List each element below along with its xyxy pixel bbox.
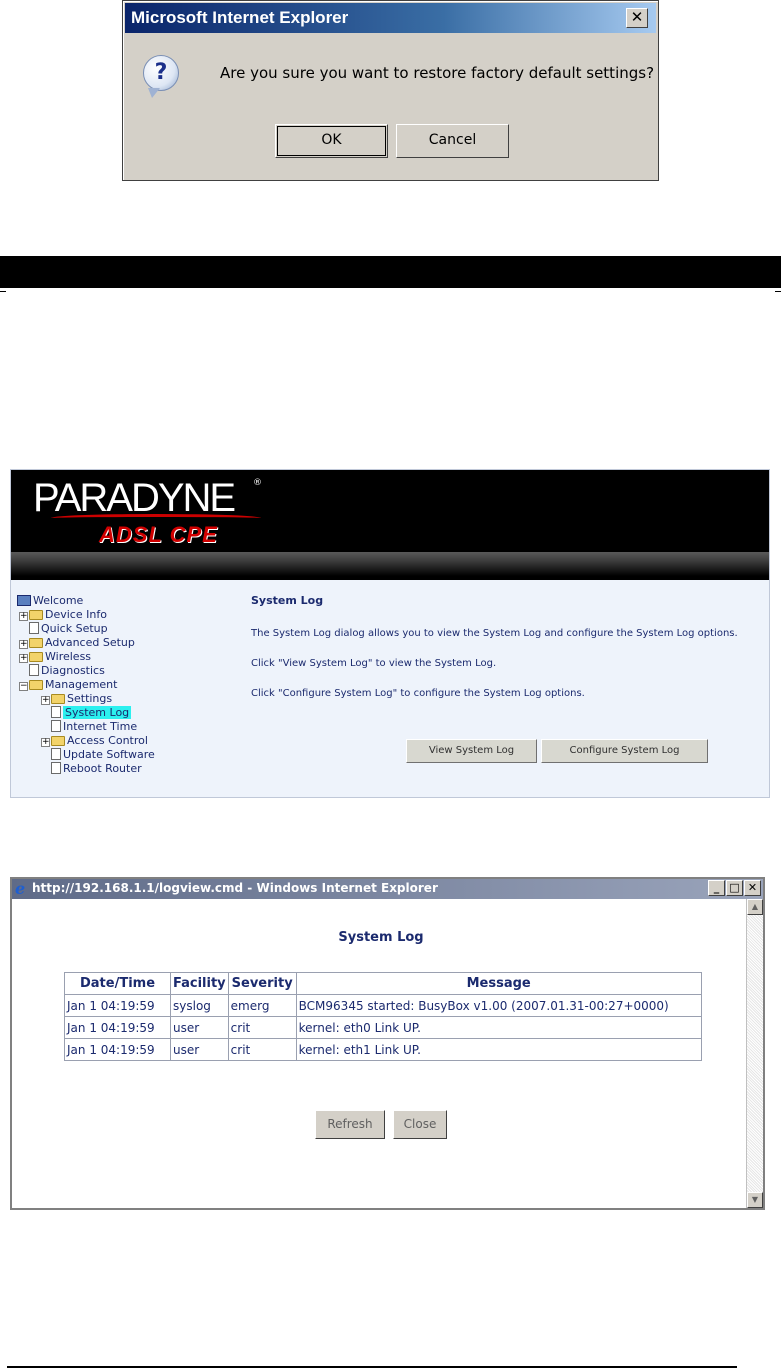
cell-datetime: Jan 1 04:19:59 [64, 994, 171, 1017]
cell-facility: syslog [170, 994, 229, 1017]
log-table: Date/Time Facility Severity Message Jan … [64, 972, 702, 1061]
scroll-down-icon: ▼ [751, 1195, 759, 1204]
cell-severity: emerg [227, 994, 297, 1017]
log-header-row: Date/Time Facility Severity Message [64, 972, 702, 995]
cell-datetime: Jan 1 04:19:59 [64, 1016, 171, 1039]
maximize-button[interactable]: □ [726, 880, 743, 896]
folder-icon [29, 652, 43, 662]
vertical-scrollbar[interactable]: ▲ ▼ [746, 899, 763, 1208]
minimize-icon: _ [713, 881, 720, 894]
logo-swoosh-icon [51, 514, 261, 522]
ie-icon: e [15, 879, 26, 898]
page-icon [51, 748, 61, 760]
page-icon [51, 706, 61, 718]
nav-item-access-control[interactable]: + Access Control [41, 734, 148, 748]
nav-item-diagnostics[interactable]: Diagnostics [19, 664, 105, 678]
log-window-titlebar[interactable]: e http://192.168.1.1/logview.cmd - Windo… [12, 879, 763, 899]
table-row: Jan 1 04:19:59 syslog emerg BCM96345 sta… [64, 994, 702, 1017]
ok-button[interactable]: OK [275, 124, 388, 158]
nav-item-device-info[interactable]: + Device Info [19, 608, 107, 622]
view-hint-text: Click "View System Log" to view the Syst… [251, 658, 497, 669]
col-severity: Severity [227, 972, 297, 995]
nav-item-wireless[interactable]: + Wireless [19, 650, 91, 664]
cell-datetime: Jan 1 04:19:59 [64, 1038, 171, 1061]
cancel-button[interactable]: Cancel [396, 124, 509, 158]
col-message: Message [295, 972, 702, 995]
nav-item-reboot-router[interactable]: Reboot Router [41, 762, 142, 776]
cell-severity: crit [227, 1038, 297, 1061]
expand-icon[interactable]: + [19, 654, 28, 663]
cell-facility: user [170, 1016, 229, 1039]
folder-icon [29, 610, 43, 620]
nav-item-management[interactable]: − Management [19, 678, 117, 692]
window-close-button[interactable]: ✕ [744, 880, 761, 896]
cell-message: kernel: eth1 Link UP. [295, 1038, 702, 1061]
configure-system-log-button[interactable]: Configure System Log [541, 739, 708, 763]
page-icon [29, 622, 39, 634]
cell-facility: user [170, 1038, 229, 1061]
nav-item-internet-time[interactable]: Internet Time [41, 720, 137, 734]
dialog-title: Microsoft Internet Explorer [131, 8, 349, 27]
brand-registered-mark: ® [253, 478, 262, 488]
confirm-dialog: Microsoft Internet Explorer ✕ ? Are you … [122, 0, 659, 181]
log-window-title: http://192.168.1.1/logview.cmd - Windows… [32, 881, 438, 895]
dialog-titlebar[interactable]: Microsoft Internet Explorer ✕ [125, 3, 656, 33]
maximize-icon: □ [729, 881, 740, 894]
nav-item-quick-setup[interactable]: Quick Setup [19, 622, 108, 636]
folder-open-icon [29, 680, 43, 690]
expand-icon[interactable]: + [19, 612, 28, 621]
scroll-up-button[interactable]: ▲ [747, 899, 763, 915]
folder-icon [51, 736, 65, 746]
expand-icon[interactable]: + [19, 640, 28, 649]
banner-stripe [11, 552, 769, 576]
col-datetime: Date/Time [64, 972, 171, 995]
dialog-close-button[interactable]: ✕ [626, 8, 648, 28]
router-banner: PARADYNE ® ADSL CPE [11, 470, 769, 552]
cell-severity: crit [227, 1016, 297, 1039]
minimize-button[interactable]: _ [708, 880, 725, 896]
expand-icon[interactable]: + [41, 696, 50, 705]
table-row: Jan 1 04:19:59 user crit kernel: eth1 Li… [64, 1038, 702, 1061]
nav-item-system-log[interactable]: System Log [41, 706, 132, 720]
page-icon [51, 762, 61, 774]
folder-icon [51, 694, 65, 704]
router-web-ui: PARADYNE ® ADSL CPE Welcome + Device Info… [10, 469, 770, 798]
folder-icon [29, 638, 43, 648]
computer-icon [17, 595, 31, 606]
view-system-log-button[interactable]: View System Log [406, 739, 537, 763]
log-viewer-window: e http://192.168.1.1/logview.cmd - Windo… [10, 877, 765, 1210]
collapse-icon[interactable]: − [19, 682, 28, 691]
banner-stripe-bottom [11, 576, 769, 580]
table-row: Jan 1 04:19:59 user crit kernel: eth0 Li… [64, 1016, 702, 1039]
cell-message: kernel: eth0 Link UP. [295, 1016, 702, 1039]
expand-icon[interactable]: + [41, 738, 50, 747]
log-heading: System Log [338, 930, 424, 945]
dialog-message: Are you sure you want to restore factory… [220, 64, 655, 82]
close-button[interactable]: Close [393, 1110, 447, 1139]
product-name: ADSL CPE [99, 522, 218, 547]
configure-hint-text: Click "Configure System Log" to configur… [251, 688, 585, 699]
scroll-up-icon: ▲ [751, 902, 759, 911]
nav-item-welcome[interactable]: Welcome [17, 594, 83, 608]
cell-message: BCM96345 started: BusyBox v1.00 (2007.01… [295, 994, 702, 1017]
section-divider-bar [0, 256, 781, 292]
col-facility: Facility [170, 972, 229, 995]
page-icon [51, 720, 61, 732]
scroll-down-button[interactable]: ▼ [747, 1192, 763, 1208]
nav-item-settings[interactable]: + Settings [41, 692, 112, 706]
nav-item-advanced-setup[interactable]: + Advanced Setup [19, 636, 135, 650]
page-title: System Log [251, 594, 324, 607]
page-icon [29, 664, 39, 676]
intro-text: The System Log dialog allows you to view… [251, 628, 738, 639]
question-icon: ? [143, 55, 179, 98]
close-icon: ✕ [747, 881, 758, 894]
nav-item-update-software[interactable]: Update Software [41, 748, 155, 762]
footer-rule [7, 1366, 737, 1368]
refresh-button[interactable]: Refresh [315, 1110, 385, 1139]
close-icon: ✕ [630, 8, 644, 26]
